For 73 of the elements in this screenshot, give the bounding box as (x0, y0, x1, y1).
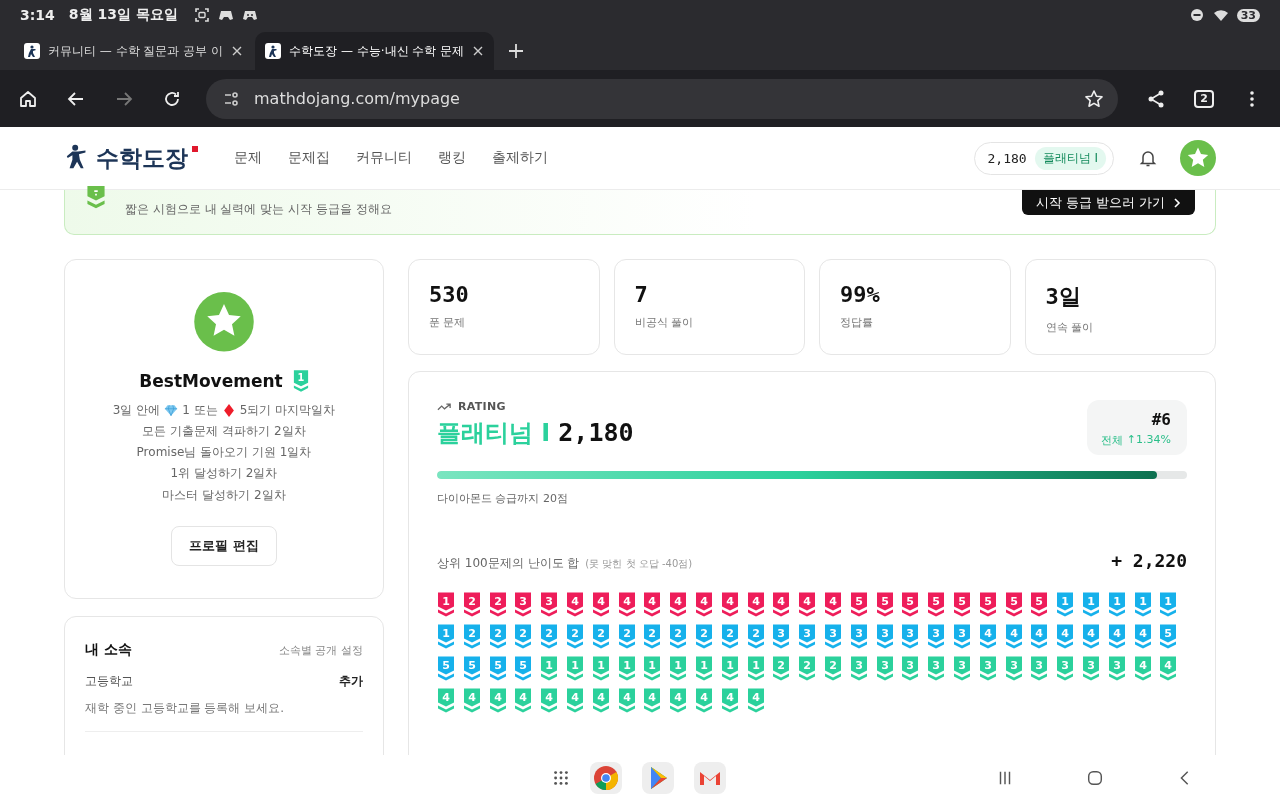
nav-link[interactable]: 커뮤니티 (356, 149, 412, 167)
rating-heading: RATING (458, 400, 506, 413)
status-time: 3:14 (20, 7, 55, 23)
edit-profile-button[interactable]: 프로필 편집 (171, 526, 277, 566)
nav-link[interactable]: 랭킹 (438, 149, 466, 167)
logo-text[interactable]: 수학도장 (96, 143, 188, 173)
tier-name: 플래티넘 I (437, 418, 551, 449)
nav-link[interactable]: 문제집 (288, 149, 330, 167)
rating-score: 2,180 (558, 418, 634, 447)
browser-tab[interactable]: 커뮤니티 — 수학 질문과 공부 이 (14, 32, 254, 70)
tab-count-button[interactable]: 2 (1194, 89, 1214, 108)
section-title: 내 소속 (85, 641, 132, 659)
question-badge-icon (85, 186, 107, 210)
rank-value: #6 (1151, 410, 1171, 429)
banner-subtitle: 짧은 시험으로 내 실력에 맞는 시작 등급을 정해요 (125, 201, 392, 218)
affiliation-label: 고등학교 (85, 673, 133, 690)
streak-text: 5되기 마지막일차 (239, 401, 336, 419)
wifi-icon (1212, 7, 1229, 23)
start-tier-button[interactable]: 시작 등급 받으러 가기 (1021, 190, 1195, 215)
browser-app-icon[interactable] (590, 761, 622, 794)
diamond-suit-icon (221, 403, 236, 417)
tab-title: 수학도장 — 수능·내신 수학 문제 (289, 42, 465, 60)
bookmark-star-icon[interactable] (1084, 88, 1105, 109)
battery-level: 33 (1236, 8, 1260, 22)
tier-chip: 플래티넘 I (1034, 146, 1106, 170)
chevron-right-icon (1173, 196, 1181, 209)
streak-text: 3일 안에 (112, 401, 161, 419)
browser-tab[interactable]: 수학도장 — 수능·내신 수학 문제 (255, 32, 495, 70)
trend-up-icon (437, 401, 452, 412)
tab-title: 커뮤니티 — 수학 질문과 공부 이 (48, 42, 224, 60)
app-grid-icon[interactable] (552, 768, 570, 787)
promotion-note: 다이아몬드 승급까지 20점 (437, 491, 569, 506)
bell-icon[interactable] (1138, 148, 1158, 168)
diamond-gem-icon (164, 403, 179, 417)
rating-value: 2,180 (987, 150, 1027, 166)
stat-value: 7 (634, 282, 649, 307)
stat-value: 530 (429, 282, 470, 307)
close-icon[interactable] (231, 45, 244, 57)
favicon-icon (265, 43, 282, 59)
home-button-icon[interactable] (1086, 768, 1104, 787)
sum-note: (못 맞힌 첫 오답 -40점) (585, 557, 693, 571)
streak-text: Promise님 돌아오기 기원 1일차 (136, 444, 312, 462)
stat-label: 비공식 풀이 (634, 315, 694, 330)
add-link[interactable]: 추가 (339, 673, 363, 690)
rank-change: ↑1.34% (1126, 433, 1171, 448)
close-icon[interactable] (472, 45, 485, 57)
favicon-icon (24, 43, 40, 59)
streak-text: 마스터 달성하기 2일차 (162, 486, 286, 504)
stat-value: 3일 (1045, 283, 1082, 311)
store-app-icon[interactable] (642, 761, 674, 794)
streak-text: 1 또는 (182, 401, 218, 419)
stat-label: 정답률 (840, 315, 874, 330)
affiliation-hint: 재학 중인 고등학교를 등록해 보세요. (85, 700, 286, 717)
screenshot-icon (193, 7, 210, 23)
nav-link[interactable]: 문제 (234, 149, 262, 167)
sum-label: 상위 100문제의 난이도 합 (437, 555, 580, 572)
stat-label: 푼 문제 (429, 315, 467, 330)
visibility-settings-link[interactable]: 소속별 공개 설정 (279, 642, 363, 658)
rank-scope: 전체 (1100, 433, 1123, 448)
do-not-disturb-icon (1188, 7, 1205, 23)
stat-label: 연속 풀이 (1045, 320, 1094, 335)
status-date: 8월 13일 목요일 (68, 6, 178, 24)
new-tab-icon[interactable] (508, 43, 525, 59)
streak-text: 모든 기출문제 격파하기 2일차 (142, 422, 306, 440)
nav-link[interactable]: 출제하기 (492, 149, 548, 167)
address-bar[interactable]: mathdojang.com/mypage (206, 78, 1119, 119)
stat-value: 99% (840, 282, 881, 307)
sum-value: + 2,220 (1111, 550, 1187, 571)
mail-app-icon[interactable] (694, 761, 726, 794)
streak-text: 1위 달성하기 2일차 (170, 465, 278, 483)
user-name: BestMovement (139, 370, 283, 391)
url-text: mathdojang.com/mypage (254, 89, 460, 108)
home-icon[interactable] (18, 88, 38, 109)
